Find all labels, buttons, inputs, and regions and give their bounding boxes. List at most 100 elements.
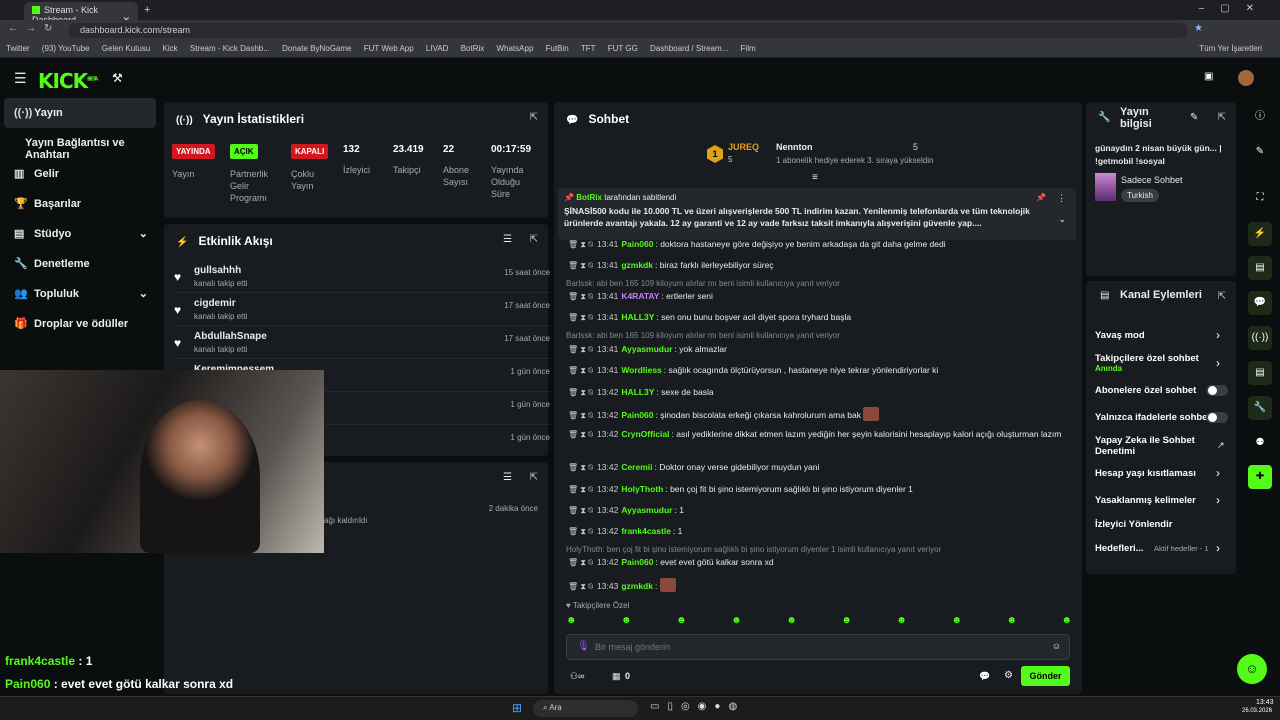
mod-action-icons[interactable]: 🗑 ⧗ ⍉ [568,240,593,249]
popout-icon[interactable]: ⇱ [530,472,538,483]
taskbar-search[interactable]: ⌕ Ara [533,700,638,717]
avatar[interactable] [1238,70,1254,86]
sidebar-item-denetleme[interactable]: 🔧 Denetleme [14,257,90,270]
mod-action-icons[interactable]: 🗑 ⧗ ⍉ [568,261,593,270]
more-options-icon[interactable]: ⋮ [1057,193,1066,204]
chat-message[interactable]: 🗑 ⧗ ⍉ 13:42 Pain060: şinodan biscolata erk… [568,407,1073,422]
mod-action-icons[interactable]: 🗑 ⧗ ⍉ [568,313,593,322]
collapse-icon[interactable]: ≡ [812,172,818,183]
filter-icon[interactable]: ☰ [503,234,512,245]
follower-emotes-icon[interactable]: ⚇∞ [570,671,584,682]
emote-button[interactable]: ☻ [676,615,687,629]
chat-message[interactable]: 🗑 ⧗ ⍉ 13:42 Ayyasmudur: 1 [568,504,1073,517]
wrench-icon[interactable]: 🔧 [1248,396,1272,420]
chevron-right-icon[interactable]: › [1216,541,1220,555]
chat-message[interactable]: 🗑 ⧗ ⍉ 13:41 Pain060: doktora hastaneye gör… [568,238,1073,251]
windows-start-icon[interactable]: ⊞ [512,701,522,715]
back-forward-reload-icons[interactable]: ←→↻ [8,23,60,34]
emote-button[interactable]: ☻ [1061,615,1072,629]
star-icon[interactable]: ★ [1194,23,1203,34]
action-sub-only[interactable]: Abonelere özel sohbet [1095,385,1196,396]
action-slow-mode[interactable]: Yavaş mod [1095,330,1145,341]
emote-button[interactable]: ☻ [566,615,577,629]
chat-message[interactable]: 🗑 ⧗ ⍉ 13:41 K4RATAY: ertlerler seni [568,290,1073,303]
emote-button[interactable]: ☻ [841,615,852,629]
chat-settings-icon[interactable]: 💬 [979,671,990,682]
chat-message[interactable]: 🗑 ⧗ ⍉ 13:42 HolyThoth: ben çoj fit bi şino… [568,483,1073,496]
emote-only-toggle[interactable] [1206,412,1228,423]
bookmark-item[interactable]: WhatsApp [496,44,533,53]
mod-action-icons[interactable]: 🗑 ⧗ ⍉ [568,506,593,515]
chat-message[interactable]: 🗑 ⧗ ⍉ 13:42 CrynOfficial: asıl yediklerine… [568,428,1073,441]
url-bar[interactable]: dashboard.kick.com/stream [68,23,1188,38]
mod-action-icons[interactable]: 🗑 ⧗ ⍉ [568,345,593,354]
bookmark-item[interactable]: Donate ByNoGame [282,44,351,53]
gear-icon[interactable]: ⚙ [1004,670,1013,681]
chat-message[interactable]: 🗑 ⧗ ⍉ 13:41 Ayyasmudur: yok almazlar [568,343,1073,356]
mod-action-icons[interactable]: 🗑 ⧗ ⍉ [568,292,593,301]
send-button[interactable]: Gönder [1021,666,1070,686]
add-widget-icon[interactable]: ✚ [1248,465,1272,489]
action-emote-only[interactable]: Yalnızca ifadelerle sohbet [1095,412,1211,423]
browser-tab[interactable]: Stream - Kick Dashboard ✕ [24,2,138,25]
popout-icon[interactable]: ⇱ [530,234,538,245]
chevron-right-icon[interactable]: › [1216,356,1220,370]
chevron-right-icon[interactable]: › [1216,493,1220,507]
emoji-picker-icon[interactable]: ☺ [1052,641,1061,651]
info-icon[interactable]: ⓘ [1248,105,1272,129]
action-goals[interactable]: Hedefleri... [1095,543,1144,554]
action-follower-only[interactable]: Takipçilere özel sohbet [1095,353,1199,364]
menu-icon[interactable]: ☰ [14,70,27,87]
emote-button[interactable]: ☻ [896,615,907,629]
chat-message[interactable]: 🗑 ⧗ ⍉ 13:42 Pain060: evet evet götü kalkar… [568,556,1073,569]
popout-icon[interactable]: ⇱ [530,112,538,123]
sidebar-item-droplar[interactable]: 🎁 Droplar ve ödüller [14,317,128,330]
screen-icon[interactable]: ⛶ [1248,186,1272,210]
edit-icon[interactable]: ✎ [1190,112,1198,123]
popout-icon[interactable]: ⇱ [1218,291,1226,302]
mod-action-icons[interactable]: 🗑 ⧗ ⍉ [568,366,593,375]
sidebar-item-yayin[interactable]: ((·)) Yayın [14,107,63,119]
chat-message[interactable]: 🗑 ⧗ ⍉ 13:41 gzmkdk: biraz farklı ilerleyeb… [568,259,1073,272]
bookmark-item[interactable]: (93) YouTube [42,44,90,53]
mod-action-icons[interactable]: 🗑 ⧗ ⍉ [568,430,593,439]
sidebar-item-studyo[interactable]: ▤ Stüdyo ⌄ [14,227,148,240]
sidebar-item-stream-key[interactable]: Yayın Bağlantısı ve Anahtarı [25,137,160,161]
bolt-icon[interactable]: ⚡ [1248,222,1272,246]
kick-logo[interactable]: KICKBETA [38,69,98,93]
bookmark-item[interactable]: FutBin [546,44,569,53]
bookmark-item[interactable]: Stream - Kick Dashb... [190,44,270,53]
bookmark-item[interactable]: FUT Web App [364,44,414,53]
chevron-right-icon[interactable]: › [1216,466,1220,480]
mod-action-icons[interactable]: 🗑 ⧗ ⍉ [568,411,593,420]
emote-button[interactable]: ☻ [1006,615,1017,629]
popout-icon[interactable]: ⇱ [1218,112,1226,123]
action-ai-moderation[interactable]: Yapay Zeka ile Sohbet Denetimi [1095,435,1205,457]
chat-bubble-icon[interactable]: 💬 [1248,291,1272,315]
bookmark-item[interactable]: LIVAD [426,44,449,53]
chat-input[interactable] [595,640,1025,654]
bookmark-item[interactable]: Gelen Kutusu [102,44,150,53]
emote-button[interactable]: ☻ [951,615,962,629]
mod-action-icons[interactable]: 🗑 ⧗ ⍉ [568,485,593,494]
emote-button[interactable]: ☻ [621,615,632,629]
unpin-icon[interactable]: 📌 [1036,193,1046,202]
sub-only-toggle[interactable] [1206,385,1228,396]
chevron-down-icon[interactable]: ⌄ [1058,214,1066,225]
chat-message[interactable]: 🗑 ⧗ ⍉ 13:42 Ceremii: Doktor onay verse gid… [568,461,1073,474]
action-banned-words[interactable]: Yasaklanmış kelimeler [1095,495,1196,506]
notes-icon[interactable]: ▤ [1248,256,1272,280]
community-icon[interactable]: ⚉ [1248,431,1272,455]
mod-action-icons[interactable]: 🗑 ⧗ ⍉ [568,527,593,536]
bookmark-item[interactable]: Twitter [6,44,30,53]
mic-icon[interactable]: 🎙 [577,641,590,652]
taskbar-apps[interactable]: ▭▯◎◉●◍ [650,701,745,712]
sidebar-item-basarilar[interactable]: 🏆 Başarılar [14,197,81,210]
chat-input-box[interactable]: 🎙 ☺ [566,634,1070,660]
emote-button[interactable]: ☻ [786,615,797,629]
channel-icon[interactable]: ▤ [1248,361,1272,385]
bookmark-item[interactable]: TFT [581,44,596,53]
chat-message[interactable]: 🗑 ⧗ ⍉ 13:42 frank4castle: 1 [568,525,1073,538]
bookmark-item[interactable]: BotRix [461,44,485,53]
action-account-age[interactable]: Hesap yaşı kısıtlaması [1095,468,1196,479]
